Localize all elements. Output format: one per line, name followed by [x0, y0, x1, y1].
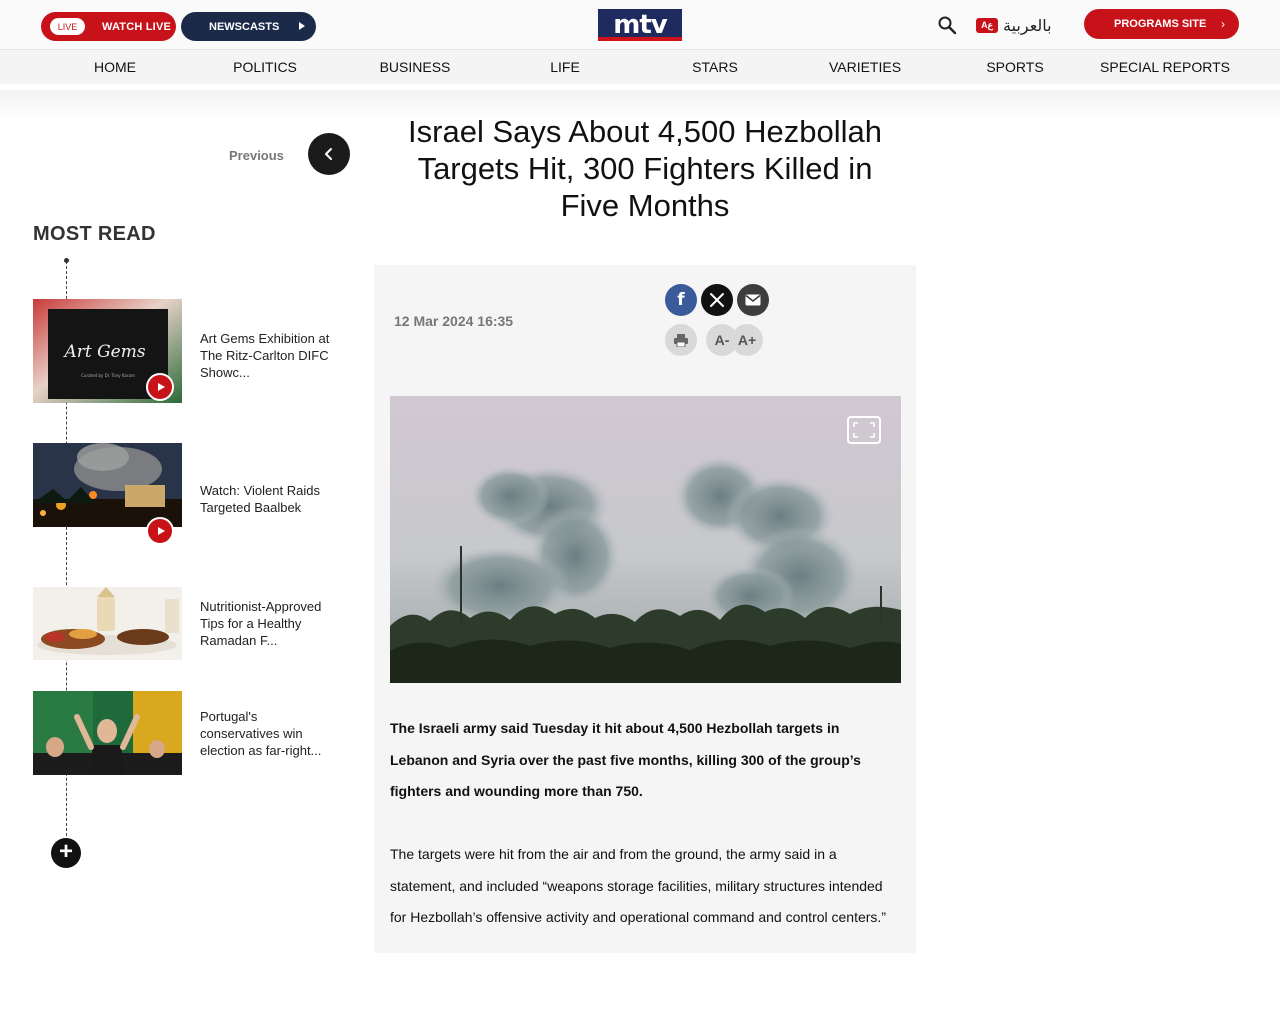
play-icon[interactable]: [146, 517, 174, 545]
most-read-title[interactable]: Art Gems Exhibition at The Ritz-Carlton …: [200, 330, 340, 381]
logo-text: mtv: [613, 9, 667, 40]
most-read-item[interactable]: Curated by Dr. Tony Karam Art Gems Art G…: [33, 299, 343, 403]
most-read-thumbnail[interactable]: [33, 587, 182, 660]
most-read-title[interactable]: Nutritionist-Approved Tips for a Healthy…: [200, 598, 340, 649]
font-increase-button[interactable]: A+: [731, 324, 763, 356]
nav-politics[interactable]: POLITICS: [233, 50, 297, 84]
x-icon[interactable]: [701, 284, 733, 316]
arabic-site-link[interactable]: Aع بالعربية: [976, 14, 1052, 36]
top-header: LIVE WATCH LIVE NEWSCASTS mtv Aع بالعربي…: [0, 0, 1280, 50]
newscasts-button[interactable]: NEWSCASTS: [181, 12, 316, 41]
thumbnail-caption: Curated by Dr. Tony Karam: [81, 373, 135, 378]
facebook-icon[interactable]: f: [665, 284, 697, 316]
newscasts-label: NEWSCASTS: [209, 20, 280, 33]
arabic-badge: Aع: [976, 17, 998, 33]
nav-stars[interactable]: STARS: [692, 50, 738, 84]
most-read-item[interactable]: Watch: Violent Raids Targeted Baalbek: [33, 443, 343, 545]
most-read-item[interactable]: Nutritionist-Approved Tips for a Healthy…: [33, 587, 343, 660]
thumbnail-title: Art Gems: [62, 342, 145, 362]
search-icon[interactable]: [937, 15, 957, 35]
nav-life[interactable]: LIFE: [550, 50, 580, 84]
article-body: The targets were hit from the air and fr…: [390, 846, 886, 925]
chevron-right-icon: ›: [1221, 17, 1225, 31]
print-icon[interactable]: [665, 324, 697, 356]
previous-label[interactable]: Previous: [229, 148, 284, 163]
previous-button[interactable]: [308, 133, 350, 175]
nav-business[interactable]: BUSINESS: [380, 50, 451, 84]
watch-live-button[interactable]: LIVE WATCH LIVE: [41, 12, 176, 41]
nav-special-reports[interactable]: SPECIAL REPORTS: [1100, 50, 1230, 84]
most-read-title[interactable]: Portugal's conservatives win election as…: [200, 708, 340, 759]
plus-icon[interactable]: +: [51, 838, 81, 868]
mtv-logo[interactable]: mtv: [598, 9, 682, 41]
most-read-thumbnail[interactable]: [33, 691, 182, 775]
programs-site-button[interactable]: PROGRAMS SITE ›: [1084, 9, 1239, 39]
main-nav: HOME POLITICS BUSINESS LIFE STARS VARIET…: [0, 50, 1280, 84]
live-badge: LIVE: [50, 18, 85, 35]
nav-varieties[interactable]: VARIETIES: [829, 50, 901, 84]
most-read-item[interactable]: Portugal's conservatives win election as…: [33, 691, 343, 775]
article-photo[interactable]: [390, 396, 901, 683]
play-caret-icon: [299, 22, 305, 30]
article-title: Israel Says About 4,500 Hezbollah Target…: [408, 114, 882, 223]
watch-live-label: WATCH LIVE: [102, 20, 172, 33]
fullscreen-icon[interactable]: [847, 416, 881, 444]
nav-home[interactable]: HOME: [94, 50, 136, 84]
most-read-thumbnail[interactable]: [33, 443, 182, 527]
article-lead: The Israeli army said Tuesday it hit abo…: [390, 720, 861, 799]
most-read-heading: MOST READ: [33, 223, 156, 245]
article-date: 12 Mar 2024 16:35: [394, 313, 514, 329]
arabic-label: بالعربية: [1003, 15, 1052, 35]
timeline-dot: [64, 258, 69, 263]
nav-sports[interactable]: SPORTS: [986, 50, 1043, 84]
play-icon[interactable]: [146, 373, 174, 401]
email-icon[interactable]: [737, 284, 769, 316]
programs-site-label: PROGRAMS SITE: [1114, 18, 1207, 30]
chevron-left-icon: [325, 148, 332, 160]
most-read-title[interactable]: Watch: Violent Raids Targeted Baalbek: [200, 482, 340, 516]
